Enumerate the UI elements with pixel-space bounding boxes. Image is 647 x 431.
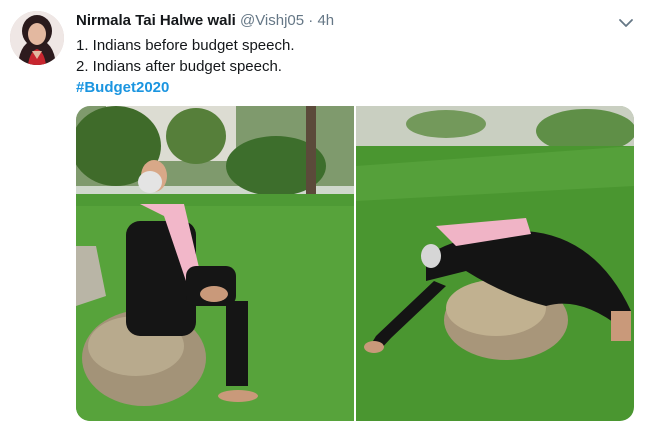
- tweet-header: Nirmala Tai Halwe wali @Vishj05 · 4h: [76, 12, 334, 29]
- tweet-text: 1. Indians before budget speech. 2. Indi…: [76, 35, 295, 98]
- tweet-line-2: 2. Indians after budget speech.: [76, 58, 282, 75]
- hashtag-link[interactable]: #Budget2020: [76, 77, 295, 98]
- photo-2-image: [356, 106, 634, 421]
- separator-dot: ·: [308, 12, 314, 29]
- author-name[interactable]: Nirmala Tai Halwe wali: [76, 12, 236, 29]
- avatar-image: [10, 11, 64, 65]
- timestamp[interactable]: 4h: [317, 12, 334, 29]
- tweet-line-1: 1. Indians before budget speech.: [76, 37, 295, 54]
- author-handle[interactable]: @Vishj05: [240, 12, 304, 29]
- photo-1-image: [76, 106, 354, 421]
- author-avatar[interactable]: [10, 11, 64, 65]
- photo-1[interactable]: [76, 106, 354, 421]
- chevron-down-icon[interactable]: [617, 14, 635, 32]
- tweet-card[interactable]: Nirmala Tai Halwe wali @Vishj05 · 4h 1. …: [0, 0, 647, 431]
- photo-2[interactable]: [356, 106, 634, 421]
- media-grid: [76, 106, 634, 421]
